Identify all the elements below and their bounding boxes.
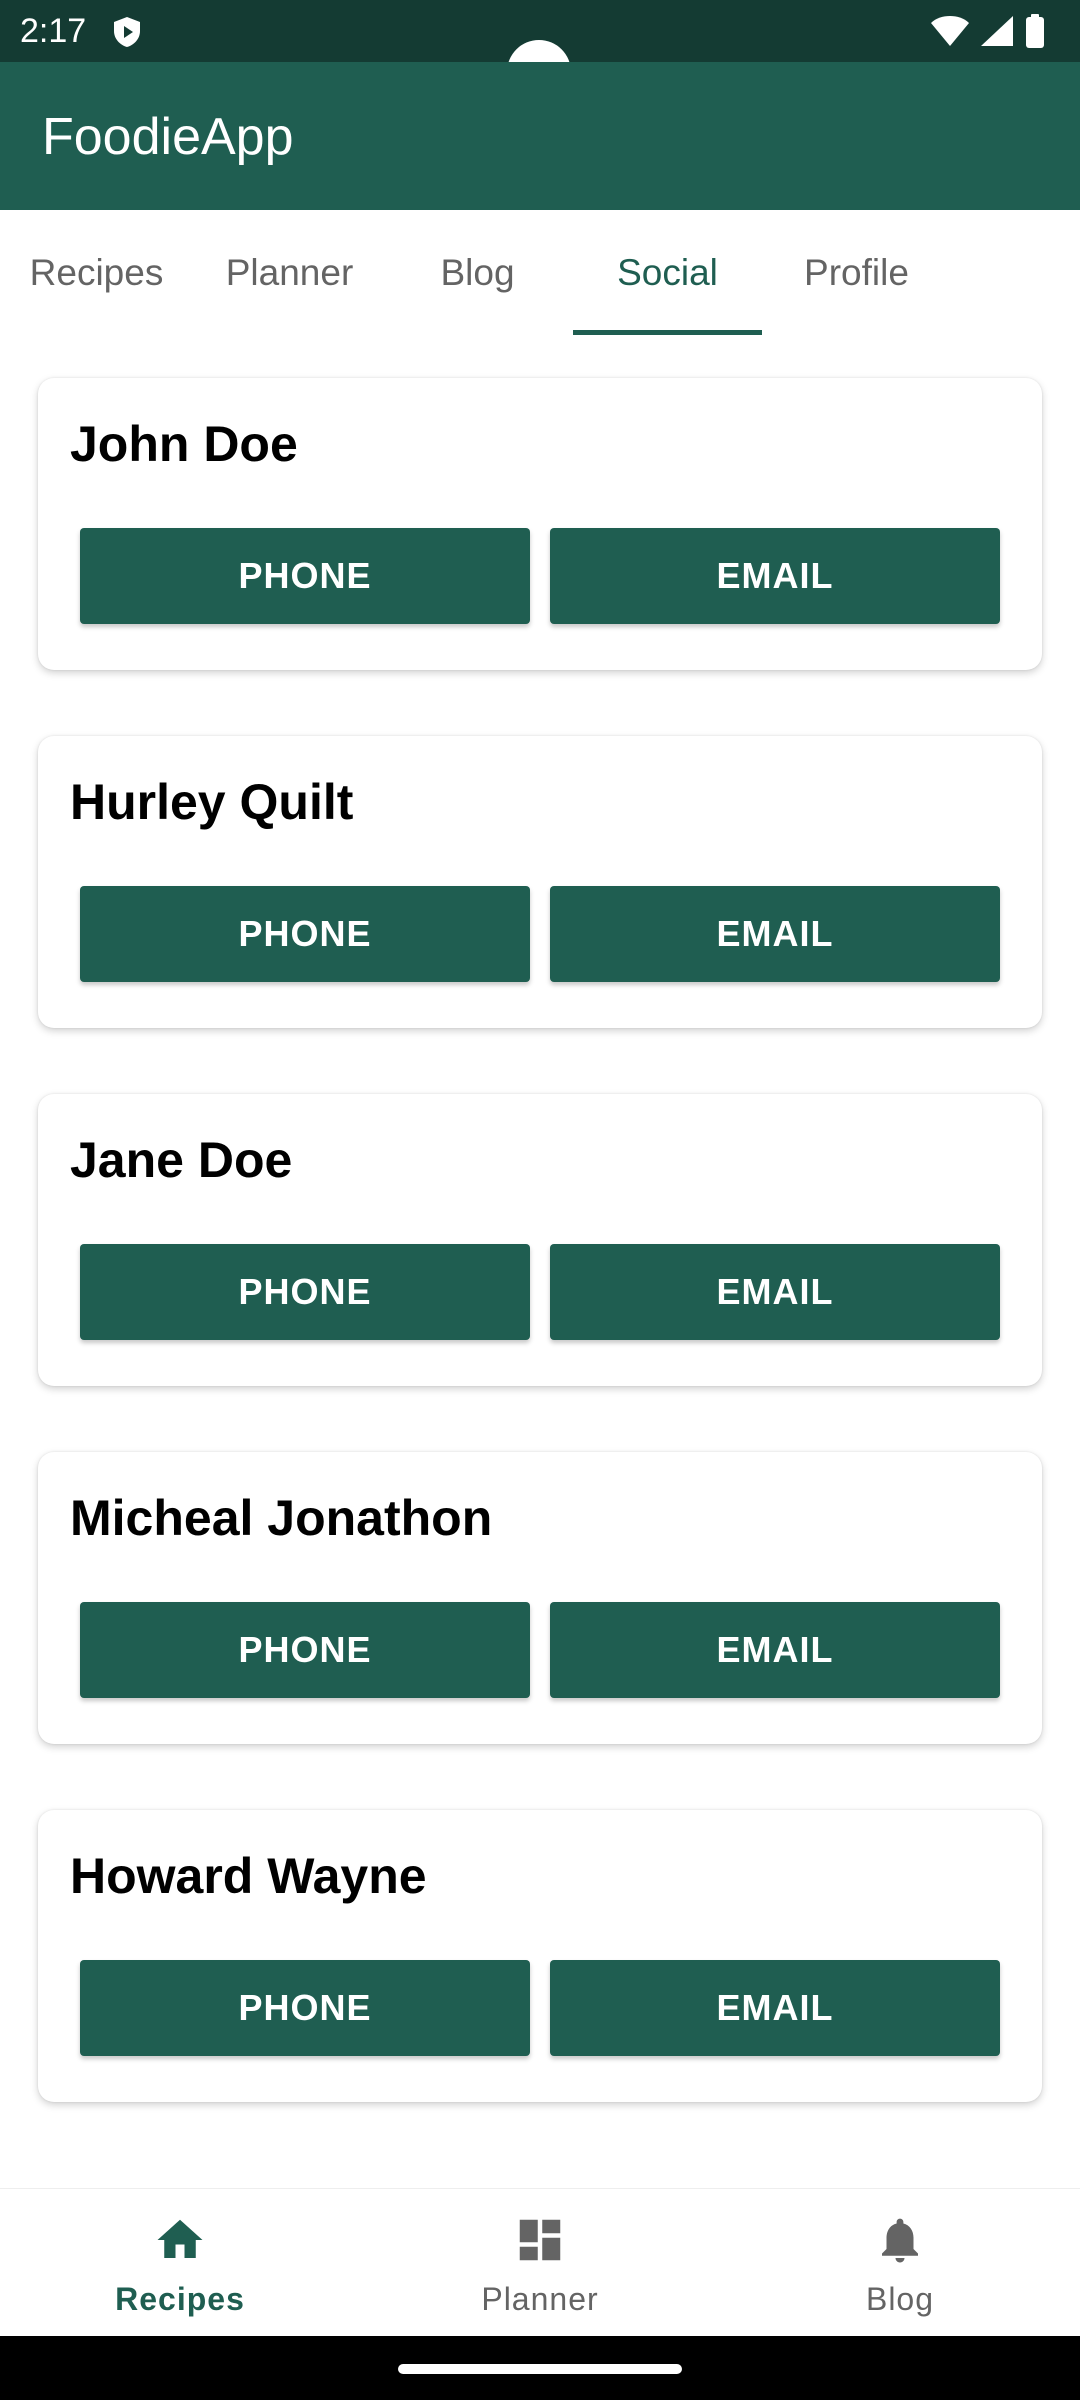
contact-name: Howard Wayne [70,1848,427,1904]
app-title: FoodieApp [42,108,294,166]
tab-bar: Recipes Planner Blog Social Profile [0,210,1080,336]
contact-name: Jane Doe [70,1132,293,1188]
gesture-navigation-bar [0,2336,1080,2400]
app-bar: FoodieApp [0,62,1080,210]
signal-icon [981,16,1013,46]
status-time: 2:17 [20,12,87,50]
contact-card: Howard Wayne PHONE EMAIL [38,1810,1042,2102]
home-icon [157,2219,203,2258]
email-button[interactable]: EMAIL [550,528,1000,624]
tab-profile[interactable]: Profile [762,210,951,336]
dashboard-icon [519,2219,561,2261]
tab-recipes[interactable]: Recipes [2,210,191,336]
contact-card: John Doe PHONE EMAIL [38,378,1042,670]
phone-button[interactable]: PHONE [80,528,530,624]
nav-item-recipes[interactable]: Recipes [0,2189,360,2337]
phone-button[interactable]: PHONE [80,1244,530,1340]
nav-label: Blog [865,2281,935,2317]
nav-label: Planner [481,2281,599,2317]
contact-card: Jane Doe PHONE EMAIL [38,1094,1042,1386]
wifi-icon [931,16,969,46]
battery-icon [1026,14,1044,48]
nav-item-blog[interactable]: Blog [720,2189,1080,2337]
email-button[interactable]: EMAIL [550,1602,1000,1698]
contact-card: Hurley Quilt PHONE EMAIL [38,736,1042,1028]
phone-button[interactable]: PHONE [80,1602,530,1698]
contact-name: Micheal Jonathon [70,1490,493,1546]
contact-name: Hurley Quilt [70,774,354,830]
phone-button[interactable]: PHONE [80,1960,530,2056]
bell-icon [882,2218,918,2263]
email-button[interactable]: EMAIL [550,886,1000,982]
tab-blog[interactable]: Blog [383,210,572,336]
phone-button[interactable]: PHONE [80,886,530,982]
contact-name: John Doe [70,416,298,472]
home-gesture-handle[interactable] [398,2364,682,2374]
shield-icon [114,17,140,47]
nav-label: Recipes [115,2281,245,2317]
tab-planner[interactable]: Planner [195,210,384,336]
email-button[interactable]: EMAIL [550,1244,1000,1340]
tab-social[interactable]: Social [573,210,762,336]
bottom-navigation: Recipes Planner Blog [0,2188,1080,2337]
status-icons [930,14,1046,48]
email-button[interactable]: EMAIL [550,1960,1000,2056]
active-tab-indicator [573,330,762,335]
nav-item-planner[interactable]: Planner [360,2189,720,2337]
contact-card: Micheal Jonathon PHONE EMAIL [38,1452,1042,1744]
